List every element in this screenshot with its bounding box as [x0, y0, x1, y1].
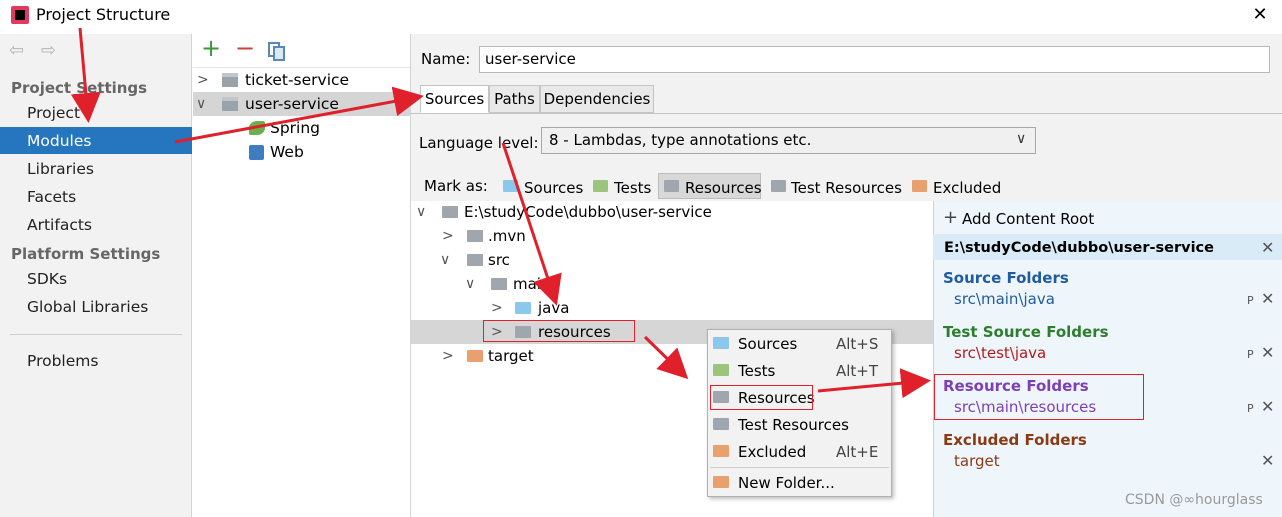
arrow-to-modules [70, 27, 101, 123]
arrow-to-context-menu [643, 335, 689, 380]
annotation-arrows [70, 27, 931, 399]
arrow-to-sources-tab [174, 86, 424, 144]
watermark: CSDN @∞hourglass [1125, 492, 1263, 508]
arrow-to-resource-folders [817, 368, 931, 399]
arrow-to-resources-node [501, 142, 562, 306]
